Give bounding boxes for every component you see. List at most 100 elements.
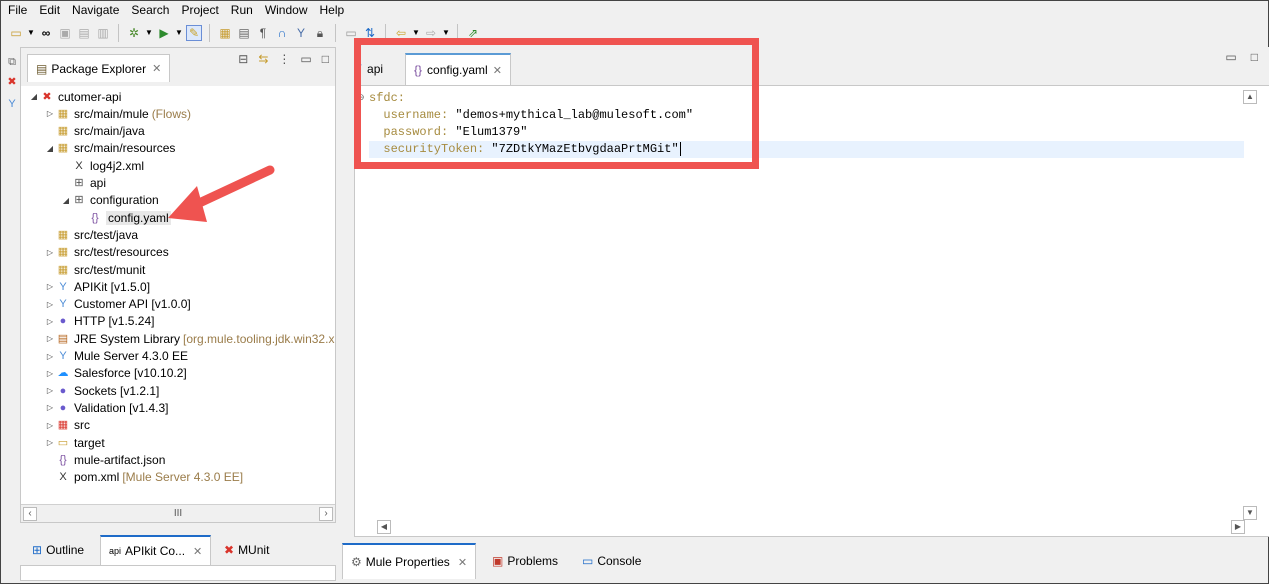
tree-item[interactable]: ▷ ▦ src	[45, 417, 90, 434]
tree-item[interactable]: ▷ ▭ target	[45, 434, 105, 451]
tab-mule-properties[interactable]: ⚙ Mule Properties ✕	[342, 543, 477, 579]
collapsed-icon[interactable]: ▷	[45, 352, 55, 361]
tree-item[interactable]: ▷ Y Mule Server 4.3.0 EE	[45, 348, 188, 365]
close-icon[interactable]: ✕	[458, 556, 467, 569]
tree-item[interactable]: ▷ ▤ JRE System Library [org.mule.tooling.jd…	[45, 330, 335, 347]
tree-item[interactable]: Xpom.xml [Mule Server 4.3.0 EE]	[45, 469, 243, 486]
xml-file-icon: X	[75, 159, 83, 172]
horizontal-scrollbar[interactable]: ‹ III ›	[21, 504, 335, 522]
apikit-icon[interactable]: Y	[293, 25, 309, 41]
tree-item[interactable]: ▷ Y Customer API [v1.0.0]	[45, 296, 191, 313]
lock-icon[interactable]: 🔒︎	[312, 25, 328, 41]
tree-item[interactable]: ▷ ● Sockets [v1.2.1]	[45, 382, 159, 399]
tree-item[interactable]: ▷ Y APIKit [v1.5.0]	[45, 278, 150, 295]
tree-item-label: Mule Server 4.3.0 EE	[74, 349, 189, 363]
tree-item[interactable]: {} config.yaml	[77, 209, 171, 226]
expanded-icon[interactable]: ◢	[45, 144, 55, 153]
restore-icon[interactable]: ⧉	[5, 55, 19, 69]
scroll-up-icon[interactable]: ▲	[1243, 90, 1257, 104]
pilcrow-icon[interactable]: ¶	[255, 25, 271, 41]
menu-search[interactable]: Search	[125, 2, 175, 18]
save-icon[interactable]: ▣	[57, 25, 73, 41]
collapsed-icon[interactable]: ▷	[45, 300, 55, 309]
collapse-all-icon[interactable]: ⊟	[238, 52, 248, 66]
menu-edit[interactable]: Edit	[33, 2, 66, 18]
print-icon[interactable]: ▥	[95, 25, 111, 41]
expanded-icon[interactable]: ◢	[29, 92, 39, 101]
collapsed-icon[interactable]: ▷	[45, 403, 55, 412]
collapsed-icon[interactable]: ▷	[45, 386, 55, 395]
close-icon[interactable]: ✕	[152, 62, 161, 75]
view-menu-icon[interactable]: ⋮	[278, 52, 290, 66]
close-icon[interactable]: ✕	[193, 545, 202, 558]
tree-item[interactable]: ▷ ● Validation [v1.4.3]	[45, 399, 169, 416]
dropdown-icon[interactable]: ▼	[175, 25, 183, 41]
collapsed-icon[interactable]: ▷	[45, 334, 55, 343]
tree-item[interactable]: {} mule-artifact.json	[45, 451, 165, 468]
scroll-right-icon[interactable]: ▶	[1231, 520, 1245, 534]
scroll-left-icon[interactable]: ‹	[23, 506, 37, 521]
source-folder-icon: ▦	[57, 246, 69, 259]
tab-label: MUnit	[238, 543, 270, 557]
tree-item[interactable]: ▷ ▦ src/test/resources	[45, 244, 169, 261]
tab-apikit-console[interactable]: api APIkit Co... ✕	[100, 535, 212, 565]
tree-item[interactable]: ◢ ✖ cutomer-api	[29, 88, 121, 105]
menu-project[interactable]: Project	[175, 2, 224, 18]
run-icon[interactable]: ▶	[156, 25, 172, 41]
maximize-icon[interactable]: □	[1251, 50, 1258, 64]
apikit-view-icon[interactable]: Y	[5, 97, 19, 111]
anypoint-icon[interactable]: ∩	[274, 25, 290, 41]
tree-item[interactable]: ▷ ☁ Salesforce [v10.10.2]	[45, 365, 187, 382]
tree-item-label: src/test/resources	[74, 245, 169, 260]
scroll-down-icon[interactable]: ▼	[1243, 506, 1257, 520]
doc-icon[interactable]: ▤	[236, 25, 252, 41]
tree-item[interactable]: ▷ ▦ src/main/mule (Flows)	[45, 105, 191, 122]
menu-navigate[interactable]: Navigate	[66, 2, 125, 18]
menu-window[interactable]: Window	[259, 2, 314, 18]
tree-item[interactable]: Xlog4j2.xml	[61, 157, 144, 174]
tree-item[interactable]: ◢ ▦ src/main/resources	[45, 140, 175, 157]
menu-help[interactable]: Help	[314, 2, 351, 18]
link-editor-icon[interactable]: ⇆	[258, 52, 268, 66]
dropdown-icon[interactable]: ▼	[27, 25, 35, 41]
tab-problems[interactable]: ▣ Problems	[484, 543, 566, 579]
collapsed-icon[interactable]: ▷	[45, 282, 55, 291]
collapsed-icon[interactable]: ▷	[45, 438, 55, 447]
new-icon[interactable]: ▭	[8, 25, 24, 41]
tab-outline[interactable]: ⊞ Outline	[24, 535, 92, 565]
tree-item[interactable]: ▦ src/test/munit	[45, 261, 146, 278]
tree-item-decoration: [Mule Server 4.3.0 EE]	[122, 470, 244, 485]
tab-console[interactable]: ▭ Console	[574, 543, 649, 579]
collapsed-icon[interactable]: ▷	[45, 421, 55, 430]
tab-munit[interactable]: ✖ MUnit	[216, 535, 277, 565]
save-all-icon[interactable]: ▤	[76, 25, 92, 41]
vertical-scrollbar[interactable]: ▲ ▼	[1243, 90, 1257, 520]
tab-package-explorer[interactable]: ▤ Package Explorer ✕	[27, 54, 171, 82]
tree-item[interactable]: ◢ ⊞ configuration	[61, 192, 159, 209]
scroll-right-icon[interactable]: ›	[319, 506, 333, 521]
collapsed-icon[interactable]: ▷	[45, 317, 55, 326]
mule-icon[interactable]: ∞	[38, 25, 54, 41]
dropdown-icon[interactable]: ▼	[145, 25, 153, 41]
collapsed-icon[interactable]: ▷	[45, 369, 55, 378]
minimize-icon[interactable]: ▭	[1225, 50, 1236, 64]
munit-icon[interactable]: ✖	[5, 75, 19, 89]
minimize-icon[interactable]: ▭	[300, 52, 311, 66]
tree-item[interactable]: ▦ src/test/java	[45, 226, 138, 243]
scroll-thumb-grip[interactable]: III	[174, 508, 182, 519]
collapsed-icon[interactable]: ▷	[45, 109, 55, 118]
scroll-left-icon[interactable]: ◀	[377, 520, 391, 534]
expanded-icon[interactable]: ◢	[61, 196, 71, 205]
tree-item[interactable]: ⊞ api	[61, 175, 106, 192]
menu-file[interactable]: File	[2, 2, 33, 18]
editor-horizontal-scrollbar[interactable]: ◀ ▶	[377, 520, 1245, 534]
menu-run[interactable]: Run	[225, 2, 259, 18]
debug-icon[interactable]: ✲	[126, 25, 142, 41]
collapsed-icon[interactable]: ▷	[45, 248, 55, 257]
task-icon[interactable]: ▦	[217, 25, 233, 41]
tree-item[interactable]: ▷ ● HTTP [v1.5.24]	[45, 313, 155, 330]
toggle-mark-icon[interactable]: ✎	[186, 25, 202, 41]
project-tree: ◢ ✖ cutomer-api ▷ ▦ src/main/mule (Flows) ▦ src/…	[21, 86, 335, 504]
maximize-icon[interactable]: □	[322, 52, 329, 66]
tree-item[interactable]: ▦ src/main/java	[45, 123, 145, 140]
